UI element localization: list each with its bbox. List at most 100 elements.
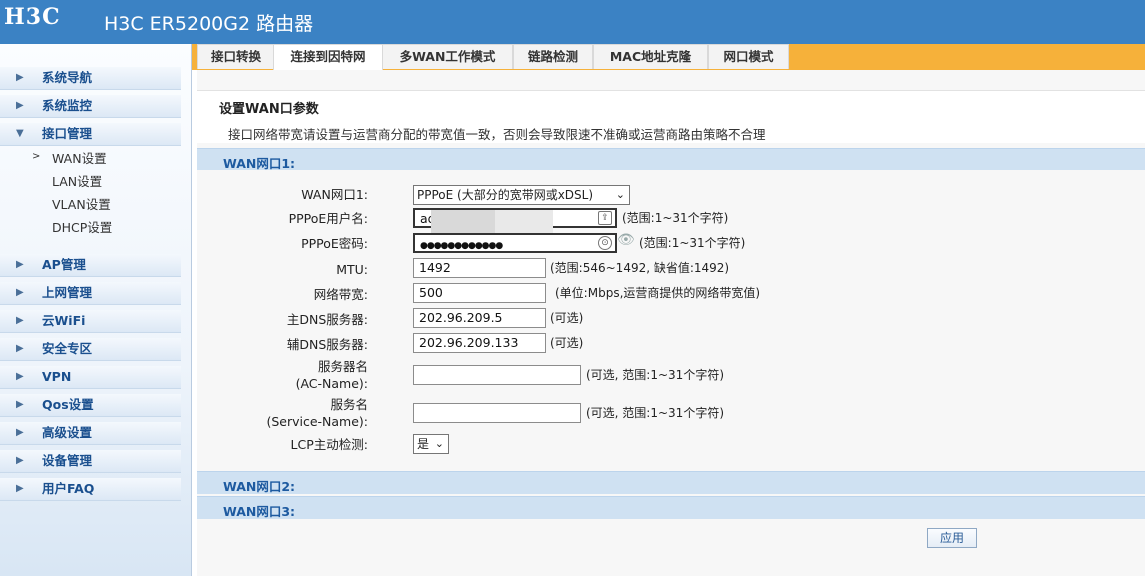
pppoe-pass-hint: (范围:1~31个字符) [639, 236, 746, 250]
service-name-label: 服务名 [330, 397, 368, 412]
wan1-header[interactable]: WAN网口1: [197, 148, 1145, 171]
top-banner: H3C H3C ER5200G2 路由器 [0, 0, 1145, 44]
dns2-input[interactable]: 202.96.209.133 [413, 333, 546, 353]
ac-name-hint: (可选, 范围:1~31个字符) [586, 368, 724, 382]
sidebar-item-interface-manage[interactable]: ▼ 接口管理 [0, 123, 181, 146]
triangle-right-icon: ▶ [16, 100, 24, 111]
tab-mac-clone[interactable]: MAC地址克隆 [593, 44, 708, 69]
sidebar-item-cloud-wifi[interactable]: ▶ 云WiFi [0, 310, 181, 333]
pppoe-user-label: PPPoE用户名: [288, 211, 368, 226]
sidebar: ▶ 系统导航 ▶ 系统监控 ▼ 接口管理 > WAN设置 LAN设置 VLAN设… [0, 44, 192, 576]
main-content: 设置WAN口参数 接口网络带宽请设置与运营商分配的带宽值一致，否则会导致限速不准… [197, 70, 1145, 576]
triangle-right-icon: ▶ [16, 343, 24, 354]
sidebar-item-system-nav[interactable]: ▶ 系统导航 [0, 67, 181, 90]
sidebar-item-label: 系统监控 [42, 98, 93, 113]
ac-name-input[interactable] [413, 365, 581, 385]
sidebar-subitem-vlan[interactable]: VLAN设置 [52, 195, 111, 215]
sidebar-subitem-lan[interactable]: LAN设置 [52, 172, 102, 192]
sidebar-item-label: AP管理 [42, 257, 86, 272]
wan1-form: WAN网口1: PPPoE (大部分的宽带网或xDSL) ⌄ PPPoE用户名:… [197, 170, 1145, 465]
bandwidth-hint: (单位:Mbps,运营商提供的网络带宽值) [555, 286, 761, 300]
bandwidth-input[interactable]: 500 [413, 283, 546, 303]
lcp-value: 是 [417, 437, 430, 451]
sidebar-item-ap[interactable]: ▶ AP管理 [0, 254, 181, 277]
dns1-hint: (可选) [550, 311, 584, 325]
triangle-right-icon: ▶ [16, 315, 24, 326]
eye-icon[interactable]: 👁 [617, 232, 635, 248]
apply-button[interactable]: 应用 [927, 528, 977, 548]
service-name-input[interactable] [413, 403, 581, 423]
bandwidth-value: 500 [419, 285, 443, 300]
triangle-down-icon: ▼ [16, 128, 24, 139]
tab-multi-wan-mode[interactable]: 多WAN工作模式 [382, 44, 513, 69]
sidebar-item-label: Qos设置 [42, 397, 94, 412]
triangle-right-icon: ▶ [16, 427, 24, 438]
chevron-down-icon: ⌄ [434, 437, 444, 450]
dns1-input[interactable]: 202.96.209.5 [413, 308, 546, 328]
triangle-right-icon: ▶ [16, 371, 24, 382]
ac-name-label: 服务器名 [317, 359, 368, 374]
sidebar-subitem-wan[interactable]: WAN设置 [52, 149, 107, 169]
sidebar-item-device-manage[interactable]: ▶ 设备管理 [0, 450, 181, 473]
service-name-hint: (可选, 范围:1~31个字符) [586, 406, 724, 420]
pppoe-pass-value: ●●●●●●●●●●●● [420, 241, 503, 251]
tab-internet-connection[interactable]: 连接到因特网 [273, 44, 383, 71]
bandwidth-note: 接口网络带宽请设置与运营商分配的带宽值一致，否则会导致限速不准确或运营商路由策略… [197, 121, 1145, 143]
dns1-value: 202.96.209.5 [419, 310, 503, 325]
wan-mode-label: WAN网口1: [301, 187, 368, 202]
bandwidth-note-text: 接口网络带宽请设置与运营商分配的带宽值一致，否则会导致限速不准确或运营商路由策略… [228, 127, 766, 142]
sidebar-item-label: 设备管理 [42, 453, 93, 468]
wan2-header[interactable]: WAN网口2: [197, 471, 1145, 494]
triangle-right-icon: ▶ [16, 259, 24, 270]
wan-mode-select[interactable]: PPPoE (大部分的宽带网或xDSL) ⌄ [413, 185, 630, 205]
dns2-hint: (可选) [550, 336, 584, 350]
pppoe-pass-label: PPPoE密码: [301, 236, 368, 251]
arrow-right-icon: > [32, 151, 41, 162]
sidebar-item-vpn[interactable]: ▶ VPN [0, 366, 181, 389]
wan3-header[interactable]: WAN网口3: [197, 496, 1145, 519]
sidebar-item-label: VPN [42, 369, 72, 384]
triangle-right-icon: ▶ [16, 455, 24, 466]
sidebar-item-label: 云WiFi [42, 313, 86, 328]
sidebar-item-label: 系统导航 [42, 70, 93, 85]
sidebar-item-label: 安全专区 [42, 341, 93, 356]
sidebar-item-qos[interactable]: ▶ Qos设置 [0, 394, 181, 417]
mtu-input[interactable]: 1492 [413, 258, 546, 278]
sidebar-subitem-dhcp[interactable]: DHCP设置 [52, 218, 112, 238]
pppoe-user-hint: (范围:1~31个字符) [622, 211, 729, 225]
section-title: 设置WAN口参数 [197, 90, 1145, 121]
service-name-label-sub: (Service-Name): [266, 414, 368, 429]
keyboard-icon: ⇪ [598, 211, 612, 225]
mtu-hint: (范围:546~1492, 缺省值:1492) [550, 261, 730, 275]
sidebar-item-label: 上网管理 [42, 285, 93, 300]
lcp-label: LCP主动检测: [290, 437, 368, 452]
ac-name-label-sub: (AC-Name): [295, 376, 368, 391]
sidebar-item-label: 接口管理 [42, 126, 93, 141]
lcp-select[interactable]: 是 ⌄ [413, 434, 449, 454]
wan2-header-text: WAN网口2: [223, 479, 296, 494]
sidebar-item-advanced[interactable]: ▶ 高级设置 [0, 422, 181, 445]
pppoe-pass-input[interactable]: ●●●●●●●●●●●● [413, 233, 617, 253]
triangle-right-icon: ▶ [16, 287, 24, 298]
sidebar-item-user-faq[interactable]: ▶ 用户FAQ [0, 478, 181, 501]
section-title-text: 设置WAN口参数 [219, 102, 319, 117]
dns2-value: 202.96.209.133 [419, 335, 519, 350]
bandwidth-label: 网络带宽: [313, 287, 368, 302]
tab-interface-switch[interactable]: 接口转换 [197, 44, 275, 69]
wan-mode-value: PPPoE (大部分的宽带网或xDSL) [417, 188, 594, 202]
tab-link-detection[interactable]: 链路检测 [513, 44, 593, 69]
device-title: H3C ER5200G2 路由器 [104, 13, 314, 35]
sidebar-item-label: 用户FAQ [42, 481, 95, 496]
chevron-down-icon: ⌄ [615, 188, 625, 201]
sidebar-item-security[interactable]: ▶ 安全专区 [0, 338, 181, 361]
triangle-right-icon: ▶ [16, 399, 24, 410]
dns1-label: 主DNS服务器: [286, 312, 368, 327]
dns2-label: 辅DNS服务器: [286, 337, 368, 352]
sidebar-item-label: 高级设置 [42, 425, 93, 440]
key-icon: ⊙ [598, 236, 612, 250]
h3c-logo: H3C [4, 4, 61, 30]
sidebar-item-internet-manage[interactable]: ▶ 上网管理 [0, 282, 181, 305]
sidebar-item-system-monitor[interactable]: ▶ 系统监控 [0, 95, 181, 118]
tab-port-mode[interactable]: 网口模式 [708, 44, 789, 69]
wan3-header-text: WAN网口3: [223, 504, 296, 519]
